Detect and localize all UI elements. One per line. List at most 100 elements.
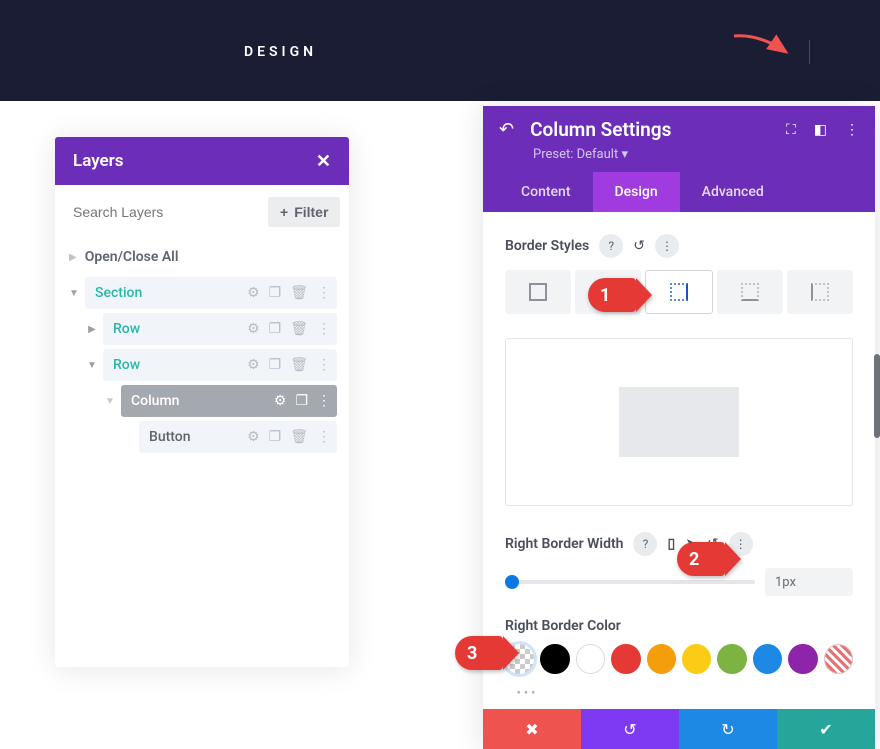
- trash-icon[interactable]: 🗑: [290, 285, 308, 301]
- undo-button[interactable]: ↺: [581, 709, 679, 749]
- gear-icon[interactable]: ⚙: [274, 393, 287, 409]
- border-style-bottom[interactable]: [717, 270, 783, 314]
- box-right-icon: [670, 283, 688, 301]
- swatch-black[interactable]: [540, 644, 569, 674]
- border-style-group: [505, 270, 853, 314]
- settings-header: ↶ Column Settings ⛶ ◧ ⋮ Preset: Default …: [483, 106, 875, 212]
- layer-tools: ⚙ ❐ 🗑 ⋮: [247, 285, 331, 301]
- discard-button[interactable]: ✖: [483, 709, 581, 749]
- layer-row-2[interactable]: ▼ Row ⚙ ❐ 🗑 ⋮: [85, 349, 337, 381]
- callout-2: 2: [677, 542, 741, 576]
- gear-icon[interactable]: ⚙: [247, 429, 260, 445]
- border-style-all[interactable]: [505, 270, 571, 314]
- border-styles-label: Border Styles: [505, 238, 589, 254]
- more-icon[interactable]: ⋮: [317, 357, 331, 373]
- more-icon[interactable]: ⋮: [845, 122, 859, 138]
- callout-number: 2: [689, 549, 699, 570]
- swatch-orange[interactable]: [647, 644, 676, 674]
- preset-label: Preset: Default: [533, 147, 618, 162]
- chevron-down-icon: ▼: [85, 360, 99, 371]
- layers-header: Layers ✕: [55, 137, 349, 185]
- check-icon: ✔: [819, 720, 832, 739]
- more-colors-icon[interactable]: ⋯: [515, 680, 853, 705]
- swatch-red[interactable]: [611, 644, 640, 674]
- reset-icon[interactable]: ↺: [633, 238, 645, 254]
- trash-icon[interactable]: 🗑: [290, 429, 308, 445]
- swatch-yellow[interactable]: [682, 644, 711, 674]
- settings-footer: ✖ ↺ ↻ ✔: [483, 709, 875, 749]
- layer-label: Button: [149, 429, 191, 445]
- redo-icon: ↻: [721, 720, 734, 739]
- settings-body: Border Styles ? ↺ ⋮: [483, 212, 875, 709]
- scrollbar-thumb[interactable]: [874, 354, 880, 438]
- callout-number: 3: [467, 643, 477, 664]
- duplicate-icon[interactable]: ❐: [269, 321, 282, 337]
- color-swatches: [505, 644, 853, 674]
- layer-label: Row: [113, 321, 140, 337]
- layer-section[interactable]: ▼ Section ⚙ ❐ 🗑 ⋮: [67, 277, 337, 309]
- top-bar: DESIGN: [0, 0, 880, 101]
- gear-icon[interactable]: ⚙: [247, 285, 260, 301]
- layers-title: Layers: [73, 151, 124, 171]
- slider-thumb[interactable]: [505, 575, 519, 589]
- layer-tools: ⚙ ❐ 🗑 ⋮: [247, 357, 331, 373]
- search-input[interactable]: [69, 198, 258, 226]
- border-preview: [505, 338, 853, 506]
- topbar-title: DESIGN: [244, 44, 317, 60]
- more-icon[interactable]: ⋮: [317, 321, 331, 337]
- save-button[interactable]: ✔: [777, 709, 875, 749]
- gear-icon[interactable]: ⚙: [247, 321, 260, 337]
- trash-icon[interactable]: 🗑: [290, 357, 308, 373]
- undo-icon: ↺: [623, 720, 636, 739]
- right-border-color-label: Right Border Color: [505, 618, 853, 634]
- header-actions: ⛶ ◧ ⋮: [786, 122, 859, 138]
- tab-content[interactable]: Content: [499, 172, 593, 212]
- panel-icon[interactable]: ◧: [814, 122, 827, 138]
- more-icon[interactable]: ⋮: [317, 285, 331, 301]
- swatch-striped[interactable]: [824, 644, 853, 674]
- swatch-green[interactable]: [717, 644, 746, 674]
- duplicate-icon[interactable]: ❐: [269, 357, 282, 373]
- close-icon[interactable]: ✕: [316, 151, 331, 172]
- layer-column[interactable]: ▼ Column ⚙ ❐ ⋮: [103, 385, 337, 417]
- filter-button[interactable]: + Filter: [268, 197, 340, 227]
- border-width-slider[interactable]: [505, 580, 755, 584]
- open-close-all[interactable]: ▶ Open/Close All: [67, 245, 337, 277]
- more-icon[interactable]: ⋮: [317, 429, 331, 445]
- layers-toolbar: + Filter: [55, 185, 349, 239]
- filter-label: Filter: [294, 204, 328, 220]
- border-style-left[interactable]: [787, 270, 853, 314]
- tab-design[interactable]: Design: [593, 172, 680, 212]
- help-icon[interactable]: ?: [599, 234, 623, 258]
- more-icon[interactable]: ⋮: [655, 234, 679, 258]
- help-icon[interactable]: ?: [633, 532, 657, 556]
- trash-icon[interactable]: 🗑: [290, 321, 308, 337]
- gear-icon[interactable]: ⚙: [247, 357, 260, 373]
- tab-advanced[interactable]: Advanced: [680, 172, 786, 212]
- duplicate-icon[interactable]: ❐: [269, 285, 282, 301]
- layer-row-1[interactable]: ▶ Row ⚙ ❐ 🗑 ⋮: [85, 313, 337, 345]
- preview-inner: [619, 387, 739, 457]
- chevron-down-icon: ▾: [621, 147, 628, 162]
- plus-icon: +: [280, 204, 288, 220]
- swatch-blue[interactable]: [753, 644, 782, 674]
- box-icon: [529, 283, 547, 301]
- duplicate-icon[interactable]: ❐: [295, 393, 308, 409]
- layers-panel: Layers ✕ + Filter ▶ Open/Close All ▼ Sec…: [55, 137, 349, 667]
- border-width-value[interactable]: 1px: [765, 568, 853, 596]
- swatch-white[interactable]: [576, 644, 605, 674]
- preset-selector[interactable]: Preset: Default ▾: [499, 141, 859, 172]
- chevron-right-icon: ▶: [85, 324, 99, 335]
- undo-icon[interactable]: ↶: [499, 119, 514, 140]
- more-icon[interactable]: ⋮: [317, 393, 331, 409]
- border-style-right[interactable]: [645, 270, 713, 314]
- redo-button[interactable]: ↻: [679, 709, 777, 749]
- expand-icon[interactable]: ⛶: [786, 122, 796, 138]
- layer-button[interactable]: Button ⚙ ❐ 🗑 ⋮: [121, 421, 337, 453]
- duplicate-icon[interactable]: ❐: [269, 429, 282, 445]
- mobile-icon[interactable]: ▯: [667, 536, 675, 552]
- layers-body: ▶ Open/Close All ▼ Section ⚙ ❐ 🗑 ⋮ ▶ Row…: [55, 239, 349, 667]
- box-bottom-icon: [741, 283, 759, 301]
- swatch-purple[interactable]: [788, 644, 817, 674]
- layer-tools: ⚙ ❐ ⋮: [274, 393, 331, 409]
